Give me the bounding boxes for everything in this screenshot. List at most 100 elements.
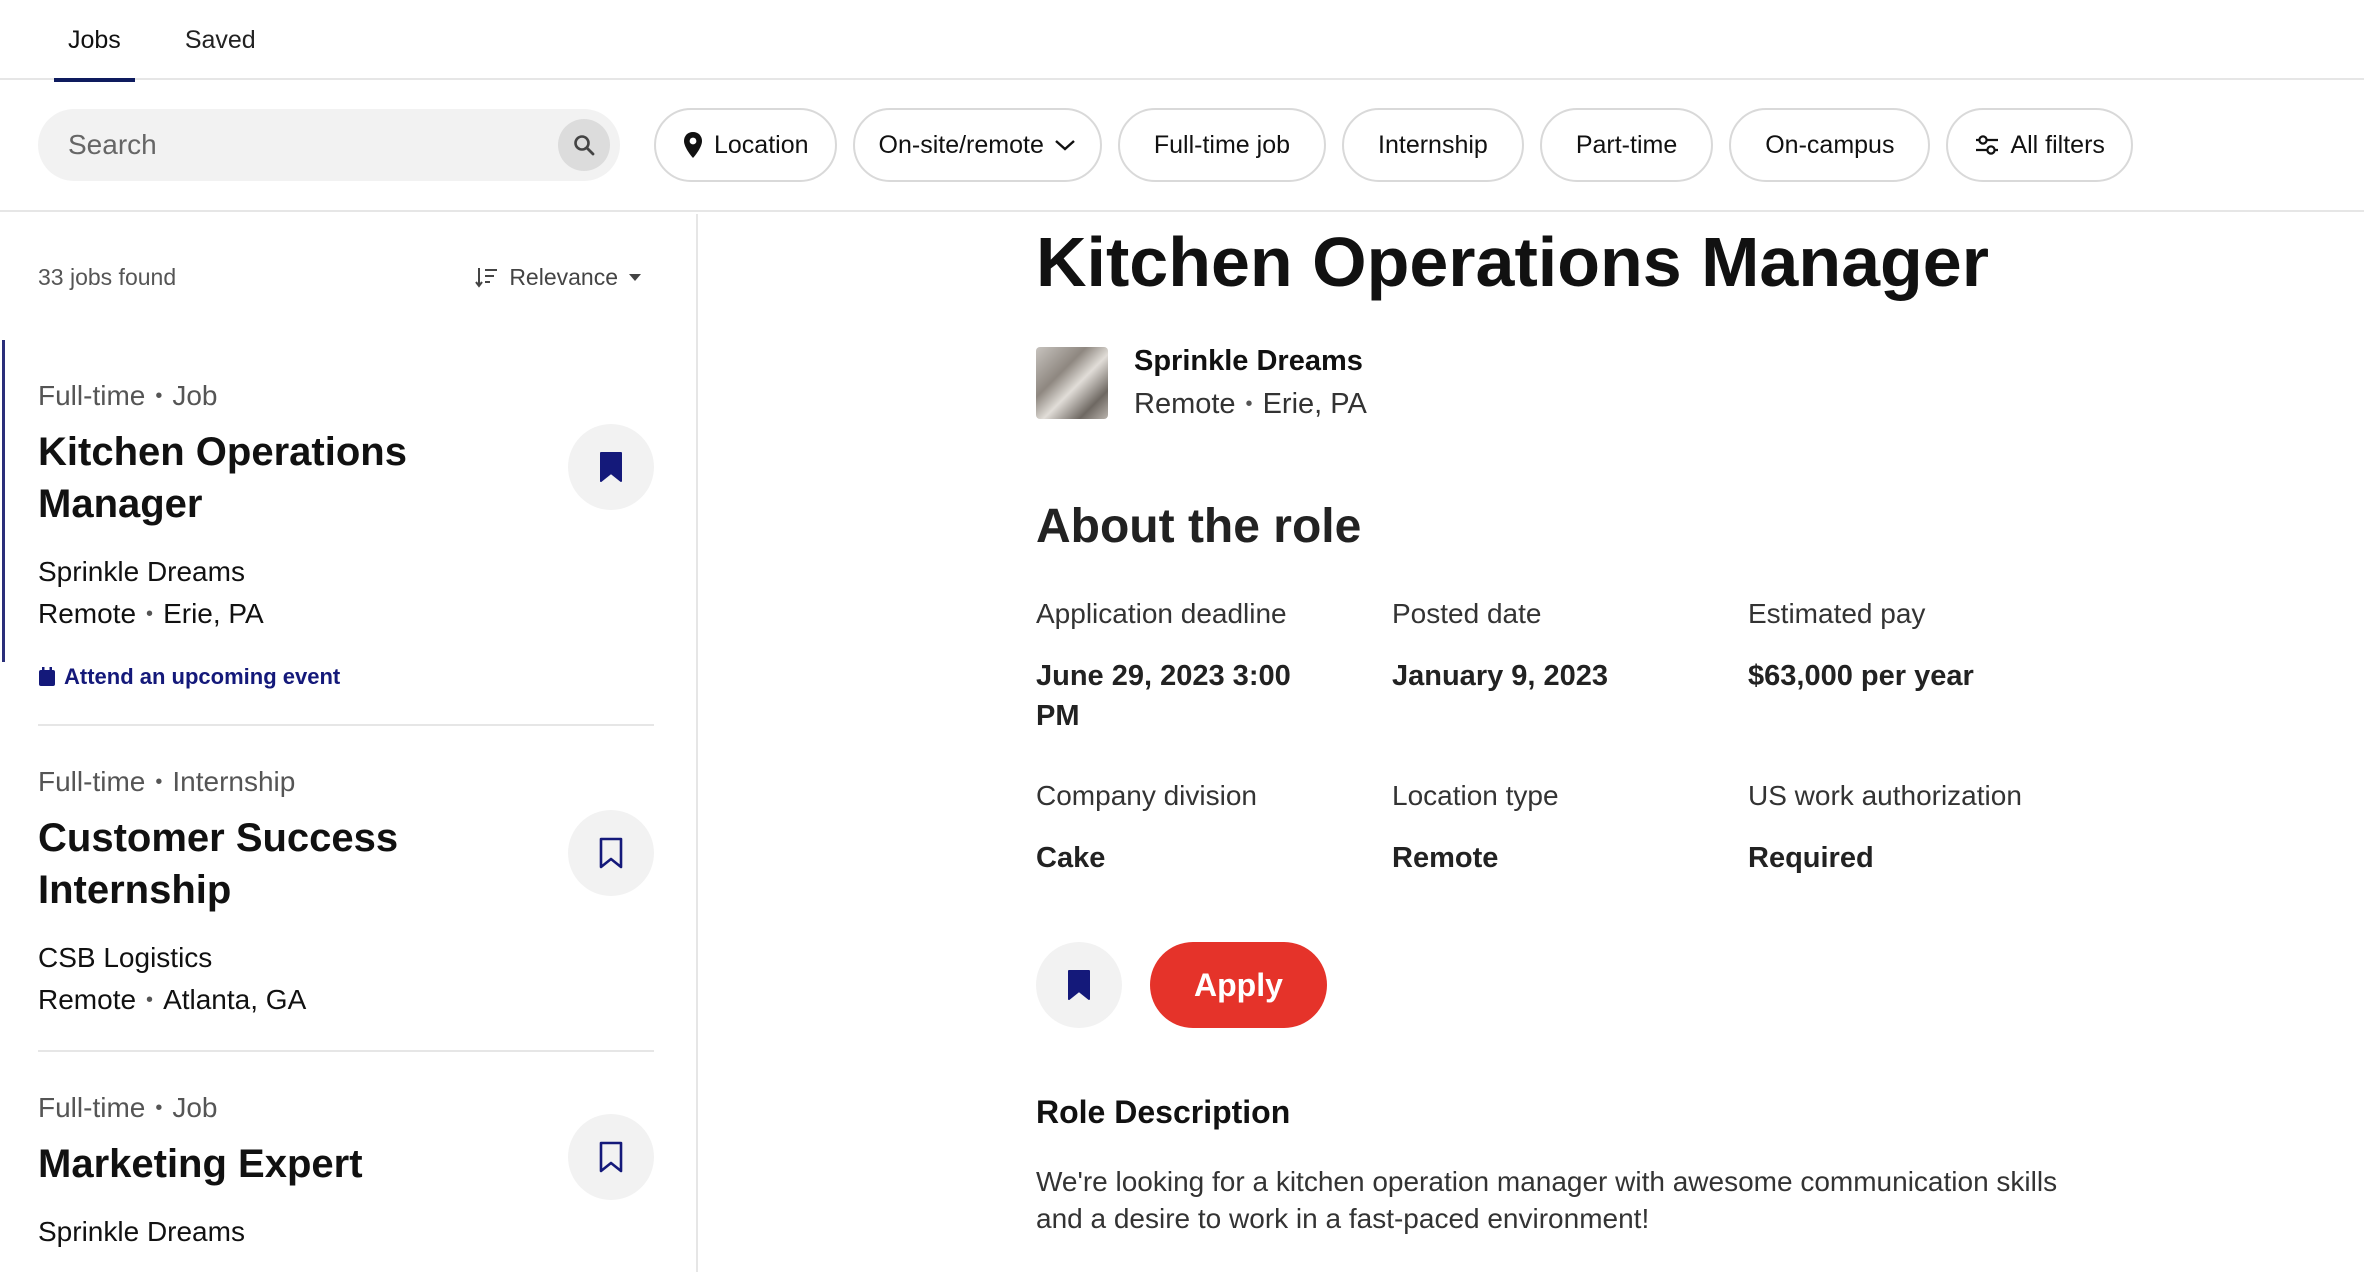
bookmark-outline-icon xyxy=(599,837,623,869)
separator-dot: • xyxy=(1245,393,1253,415)
separator-dot: • xyxy=(146,988,154,1011)
fact-work-auth: US work authorization Required xyxy=(1748,780,2148,878)
fact-label: Estimated pay xyxy=(1748,598,1926,629)
detail-save-button[interactable] xyxy=(1036,942,1122,1028)
caret-down-icon xyxy=(629,274,641,281)
detail-city: Erie, PA xyxy=(1262,388,1367,420)
bookmark-outline-icon xyxy=(599,1141,623,1173)
about-heading: About the role xyxy=(1036,500,1362,553)
job-detail-panel: Kitchen Operations Manager Sprinkle Drea… xyxy=(1036,214,2336,1237)
job-location: Remote • Atlanta, GA xyxy=(38,984,654,1016)
job-city: Atlanta, GA xyxy=(163,984,307,1015)
fact-division: Company division Cake xyxy=(1036,780,1392,878)
job-card[interactable]: Full-time • Job Kitchen Operations Manag… xyxy=(2,340,654,726)
search-box xyxy=(38,109,620,181)
job-title[interactable]: Customer Success Internship xyxy=(38,812,538,916)
job-type: Full-time xyxy=(38,1092,146,1123)
map-pin-icon xyxy=(684,132,702,158)
fact-posted: Posted date January 9, 2023 xyxy=(1392,598,1748,736)
bookmark-filled-icon xyxy=(600,452,622,482)
employer-logo xyxy=(1036,347,1108,419)
job-city: Erie, PA xyxy=(163,598,264,629)
sort-dropdown[interactable]: Relevance xyxy=(475,264,642,291)
chevron-down-icon xyxy=(1055,140,1075,151)
save-job-button[interactable] xyxy=(568,1114,654,1200)
role-description-text: We're looking for a kitchen operation ma… xyxy=(1036,1166,2058,1234)
all-filters-button[interactable]: All filters xyxy=(1946,108,2133,182)
location-filter-label: Location xyxy=(714,130,809,159)
calendar-icon xyxy=(39,667,55,686)
job-facts: Application deadline June 29, 2023 3:00 … xyxy=(1036,598,2336,878)
apply-button[interactable]: Apply xyxy=(1150,942,1327,1028)
fact-value: $63,000 per year xyxy=(1748,660,1974,692)
tab-saved[interactable]: Saved xyxy=(171,0,270,80)
fact-value: Remote xyxy=(1392,842,1499,874)
save-job-button[interactable] xyxy=(568,810,654,896)
search-input[interactable] xyxy=(68,129,558,161)
job-mode: Remote xyxy=(38,598,137,629)
fact-value: Cake xyxy=(1036,842,1106,874)
detail-mode: Remote xyxy=(1134,388,1236,420)
fact-value: January 9, 2023 xyxy=(1392,660,1609,692)
fact-pay: Estimated pay $63,000 per year xyxy=(1748,598,2148,736)
part-time-label: Part-time xyxy=(1575,130,1678,159)
all-filters-label: All filters xyxy=(2010,130,2105,159)
job-meta: Full-time • Job xyxy=(38,380,654,412)
event-link[interactable]: Attend an upcoming event xyxy=(38,664,654,690)
search-button[interactable] xyxy=(558,119,610,171)
location-filter[interactable]: Location xyxy=(654,108,837,182)
job-title[interactable]: Marketing Expert xyxy=(38,1138,538,1190)
fact-deadline: Application deadline June 29, 2023 3:00 … xyxy=(1036,598,1392,736)
full-time-label: Full-time job xyxy=(1153,130,1291,159)
job-card[interactable]: Full-time • Internship Customer Success … xyxy=(38,726,654,1052)
detail-actions: Apply xyxy=(1036,942,2336,1028)
full-time-filter[interactable]: Full-time job xyxy=(1117,108,1327,182)
results-header: 33 jobs found Relevance xyxy=(0,214,696,340)
fact-value: June 29, 2023 3:00 PM xyxy=(1036,660,1291,732)
onsite-remote-filter[interactable]: On-site/remote xyxy=(852,108,1102,182)
job-meta: Full-time • Internship xyxy=(38,766,654,798)
fact-label: Company division xyxy=(1036,780,1257,811)
job-company: Sprinkle Dreams xyxy=(38,556,245,587)
internship-label: Internship xyxy=(1378,130,1488,159)
detail-title: Kitchen Operations Manager xyxy=(1036,223,1989,301)
internship-filter[interactable]: Internship xyxy=(1342,108,1524,182)
job-title[interactable]: Kitchen Operations Manager xyxy=(38,426,538,530)
separator-dot: • xyxy=(155,1096,163,1119)
fact-label: Location type xyxy=(1392,780,1559,811)
on-campus-filter[interactable]: On-campus xyxy=(1729,108,1931,182)
fact-label: Posted date xyxy=(1392,598,1542,629)
sort-icon xyxy=(475,268,498,288)
fact-label: US work authorization xyxy=(1748,780,2022,811)
role-description-heading: Role Description xyxy=(1036,1094,1291,1130)
fact-value: Required xyxy=(1748,842,1874,874)
filter-bar: Location On-site/remote Full-time job In… xyxy=(0,80,2364,212)
job-kind: Job xyxy=(172,380,218,411)
job-results-panel: 33 jobs found Relevance Full-time • Job … xyxy=(0,214,698,1272)
job-kind: Internship xyxy=(172,766,296,797)
separator-dot: • xyxy=(155,770,163,793)
separator-dot: • xyxy=(146,602,154,625)
sort-label: Relevance xyxy=(509,263,618,290)
fact-location-type: Location type Remote xyxy=(1392,780,1748,878)
tab-jobs[interactable]: Jobs xyxy=(54,0,135,82)
job-company: Sprinkle Dreams xyxy=(38,1216,245,1247)
job-mode: Remote xyxy=(38,984,137,1015)
employer-name[interactable]: Sprinkle Dreams xyxy=(1134,345,1367,378)
part-time-filter[interactable]: Part-time xyxy=(1539,108,1714,182)
employer-info: Sprinkle Dreams Remote • Erie, PA xyxy=(1036,345,2336,421)
job-type: Full-time xyxy=(38,380,146,411)
event-link-label: Attend an upcoming event xyxy=(64,664,341,689)
job-company: CSB Logistics xyxy=(38,942,213,973)
onsite-remote-label: On-site/remote xyxy=(878,130,1044,159)
job-meta: Full-time • Job xyxy=(38,1092,654,1124)
employer-location: Remote • Erie, PA xyxy=(1134,388,1367,421)
job-card[interactable]: Full-time • Job Marketing Expert Sprinkl… xyxy=(38,1052,654,1272)
top-tabs: Jobs Saved xyxy=(0,0,2364,82)
save-job-button[interactable] xyxy=(568,424,654,510)
on-campus-label: On-campus xyxy=(1765,130,1895,159)
fact-label: Application deadline xyxy=(1036,598,1287,629)
job-type: Full-time xyxy=(38,766,146,797)
job-location: Remote • Erie, PA xyxy=(38,598,654,630)
job-kind: Job xyxy=(172,1092,218,1123)
